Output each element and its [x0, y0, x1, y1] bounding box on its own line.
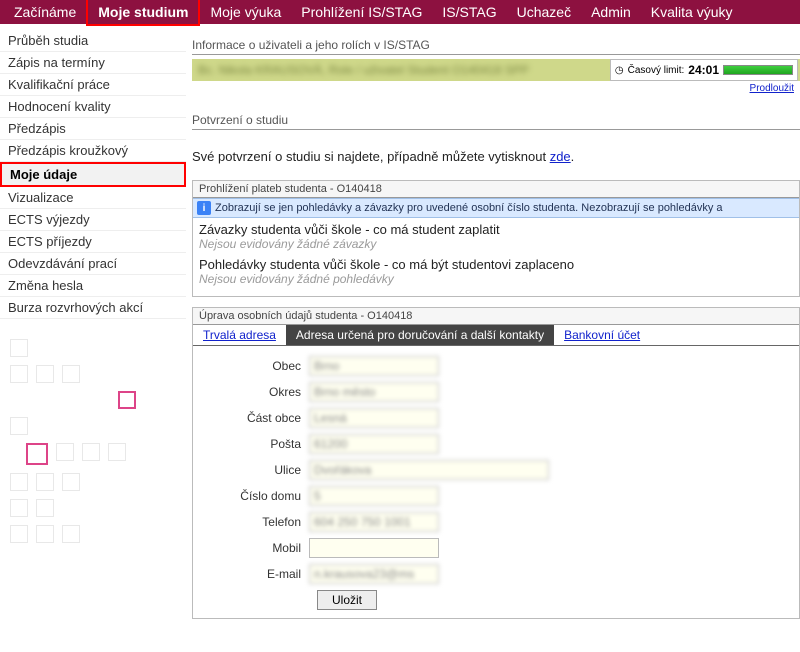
sidebar-item-zapis-terminy[interactable]: Zápis na termíny: [0, 52, 186, 74]
confirmation-text-before: Své potvrzení o studiu si najdete, přípa…: [192, 149, 550, 164]
label-email: E-mail: [199, 567, 309, 581]
confirmation-link[interactable]: zde: [550, 149, 571, 164]
input-obec[interactable]: [309, 356, 439, 376]
sidebar-item-burza[interactable]: Burza rozvrhových akcí: [0, 297, 186, 319]
sidebar-item-zmena-hesla[interactable]: Změna hesla: [0, 275, 186, 297]
label-posta: Pošta: [199, 437, 309, 451]
payments-info-text: Zobrazují se jen pohledávky a závazky pr…: [215, 202, 723, 214]
timer-label: Časový limit:: [628, 65, 685, 76]
payments-block2-empty: Nejsou evidovány žádné pohledávky: [199, 272, 793, 286]
sidebar-item-odevzdavani-praci[interactable]: Odevzdávání prací: [0, 253, 186, 275]
userinfo-bar: Bc. Nikola KRAUSOVÁ, Role / uživatel Stu…: [192, 59, 800, 81]
extend-session: Prodloužit: [750, 83, 794, 94]
top-navigation: Začínáme Moje studium Moje výuka Prohlíž…: [0, 0, 800, 24]
input-posta[interactable]: [309, 434, 439, 454]
topnav-moje-vyuka[interactable]: Moje výuka: [200, 0, 291, 24]
edit-tabs: Trvalá adresa Adresa určená pro doručová…: [193, 325, 799, 346]
input-cislo-domu[interactable]: [309, 486, 439, 506]
edit-heading: Úprava osobních údajů studenta - O140418: [193, 308, 799, 325]
payments-block2-title: Pohledávky studenta vůči škole - co má b…: [199, 257, 793, 272]
payments-block1-title: Závazky studenta vůči škole - co má stud…: [199, 222, 793, 237]
input-mobil[interactable]: [309, 538, 439, 558]
tab-trvala-adresa[interactable]: Trvalá adresa: [193, 325, 286, 345]
sidebar-item-predzapis[interactable]: Předzápis: [0, 118, 186, 140]
topnav-isstag[interactable]: IS/STAG: [432, 0, 506, 24]
decoration-squares: [0, 319, 186, 571]
tab-dorucovaci-adresa[interactable]: Adresa určená pro doručování a další kon…: [286, 325, 554, 345]
info-icon: i: [197, 201, 211, 215]
topnav-uchazec[interactable]: Uchazeč: [507, 0, 581, 24]
payments-panel: Prohlížení plateb studenta - O140418 i Z…: [192, 180, 800, 297]
label-obec: Obec: [199, 359, 309, 373]
timer-icon: ◷: [615, 65, 624, 76]
sidebar-item-prubeh-studia[interactable]: Průběh studia: [0, 30, 186, 52]
userinfo-blurred: Bc. Nikola KRAUSOVÁ, Role / uživatel Stu…: [192, 63, 529, 77]
extend-session-link[interactable]: Prodloužit: [750, 83, 794, 94]
sidebar-item-moje-udaje[interactable]: Moje údaje: [0, 162, 186, 187]
session-timer: ◷ Časový limit: 24:01: [610, 59, 798, 81]
label-mobil: Mobil: [199, 541, 309, 555]
label-telefon: Telefon: [199, 515, 309, 529]
sidebar: Průběh studia Zápis na termíny Kvalifika…: [0, 24, 186, 641]
payments-info-strip: i Zobrazují se jen pohledávky a závazky …: [193, 198, 799, 218]
input-email[interactable]: [309, 564, 439, 584]
sidebar-item-ects-prijezdy[interactable]: ECTS příjezdy: [0, 231, 186, 253]
sidebar-item-hodnoceni-kvality[interactable]: Hodnocení kvality: [0, 96, 186, 118]
label-cislo-domu: Číslo domu: [199, 489, 309, 503]
save-button[interactable]: Uložit: [317, 590, 377, 610]
topnav-admin[interactable]: Admin: [581, 0, 641, 24]
edit-panel: Úprava osobních údajů studenta - O140418…: [192, 307, 800, 619]
input-cast-obce[interactable]: [309, 408, 439, 428]
sidebar-item-ects-vyjezdy[interactable]: ECTS výjezdy: [0, 209, 186, 231]
confirmation-heading: Potvrzení o studiu: [192, 111, 800, 130]
input-telefon[interactable]: [309, 512, 439, 532]
sidebar-item-vizualizace[interactable]: Vizualizace: [0, 187, 186, 209]
label-cast-obce: Část obce: [199, 411, 309, 425]
sidebar-item-predzapis-krouzkovy[interactable]: Předzápis kroužkový: [0, 140, 186, 162]
timer-progress: [723, 65, 793, 75]
tab-bankovni-ucet[interactable]: Bankovní účet: [554, 325, 650, 345]
address-form: Obec Okres Část obce Pošta Ulice: [193, 346, 799, 618]
topnav-moje-studium[interactable]: Moje studium: [86, 0, 200, 26]
topnav-kvalita[interactable]: Kvalita výuky: [641, 0, 743, 24]
content-area: Informace o uživateli a jeho rolích v IS…: [186, 24, 800, 641]
input-ulice[interactable]: [309, 460, 549, 480]
payments-block1-empty: Nejsou evidovány žádné závazky: [199, 237, 793, 251]
confirmation-text-after: .: [571, 149, 575, 164]
confirmation-text: Své potvrzení o studiu si najdete, přípa…: [192, 148, 800, 166]
payments-heading: Prohlížení plateb studenta - O140418: [193, 181, 799, 198]
topnav-prohlizeni[interactable]: Prohlížení IS/STAG: [291, 0, 432, 24]
userinfo-heading: Informace o uživateli a jeho rolích v IS…: [192, 36, 800, 55]
topnav-zaciname[interactable]: Začínáme: [4, 0, 86, 24]
label-ulice: Ulice: [199, 463, 309, 477]
sidebar-item-kvalifikacni-prace[interactable]: Kvalifikační práce: [0, 74, 186, 96]
input-okres[interactable]: [309, 382, 439, 402]
timer-value: 24:01: [688, 63, 719, 77]
label-okres: Okres: [199, 385, 309, 399]
